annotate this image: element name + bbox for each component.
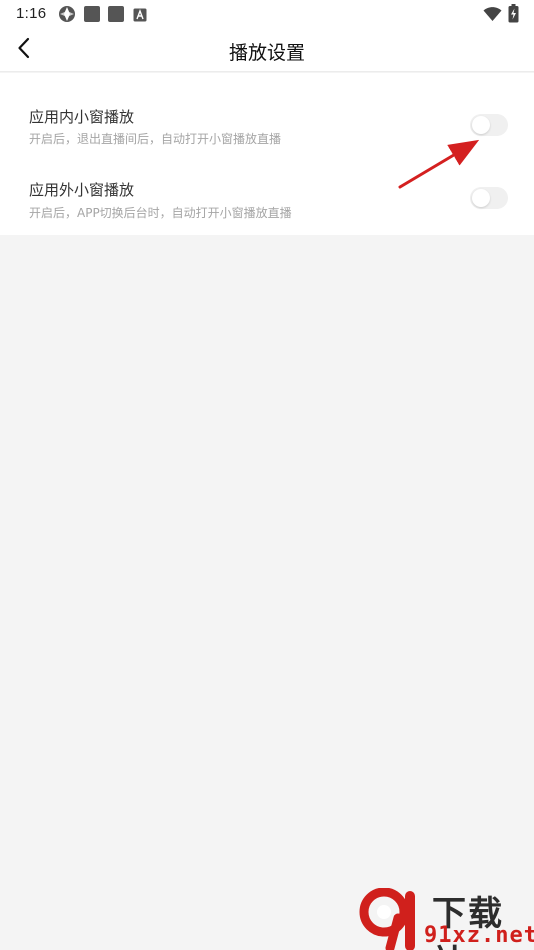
watermark-url: 91xz.net	[424, 923, 534, 948]
annotation-arrow	[398, 139, 480, 189]
watermark-logo-icon	[358, 887, 428, 950]
watermark: 下载站 91xz.net	[358, 886, 534, 950]
